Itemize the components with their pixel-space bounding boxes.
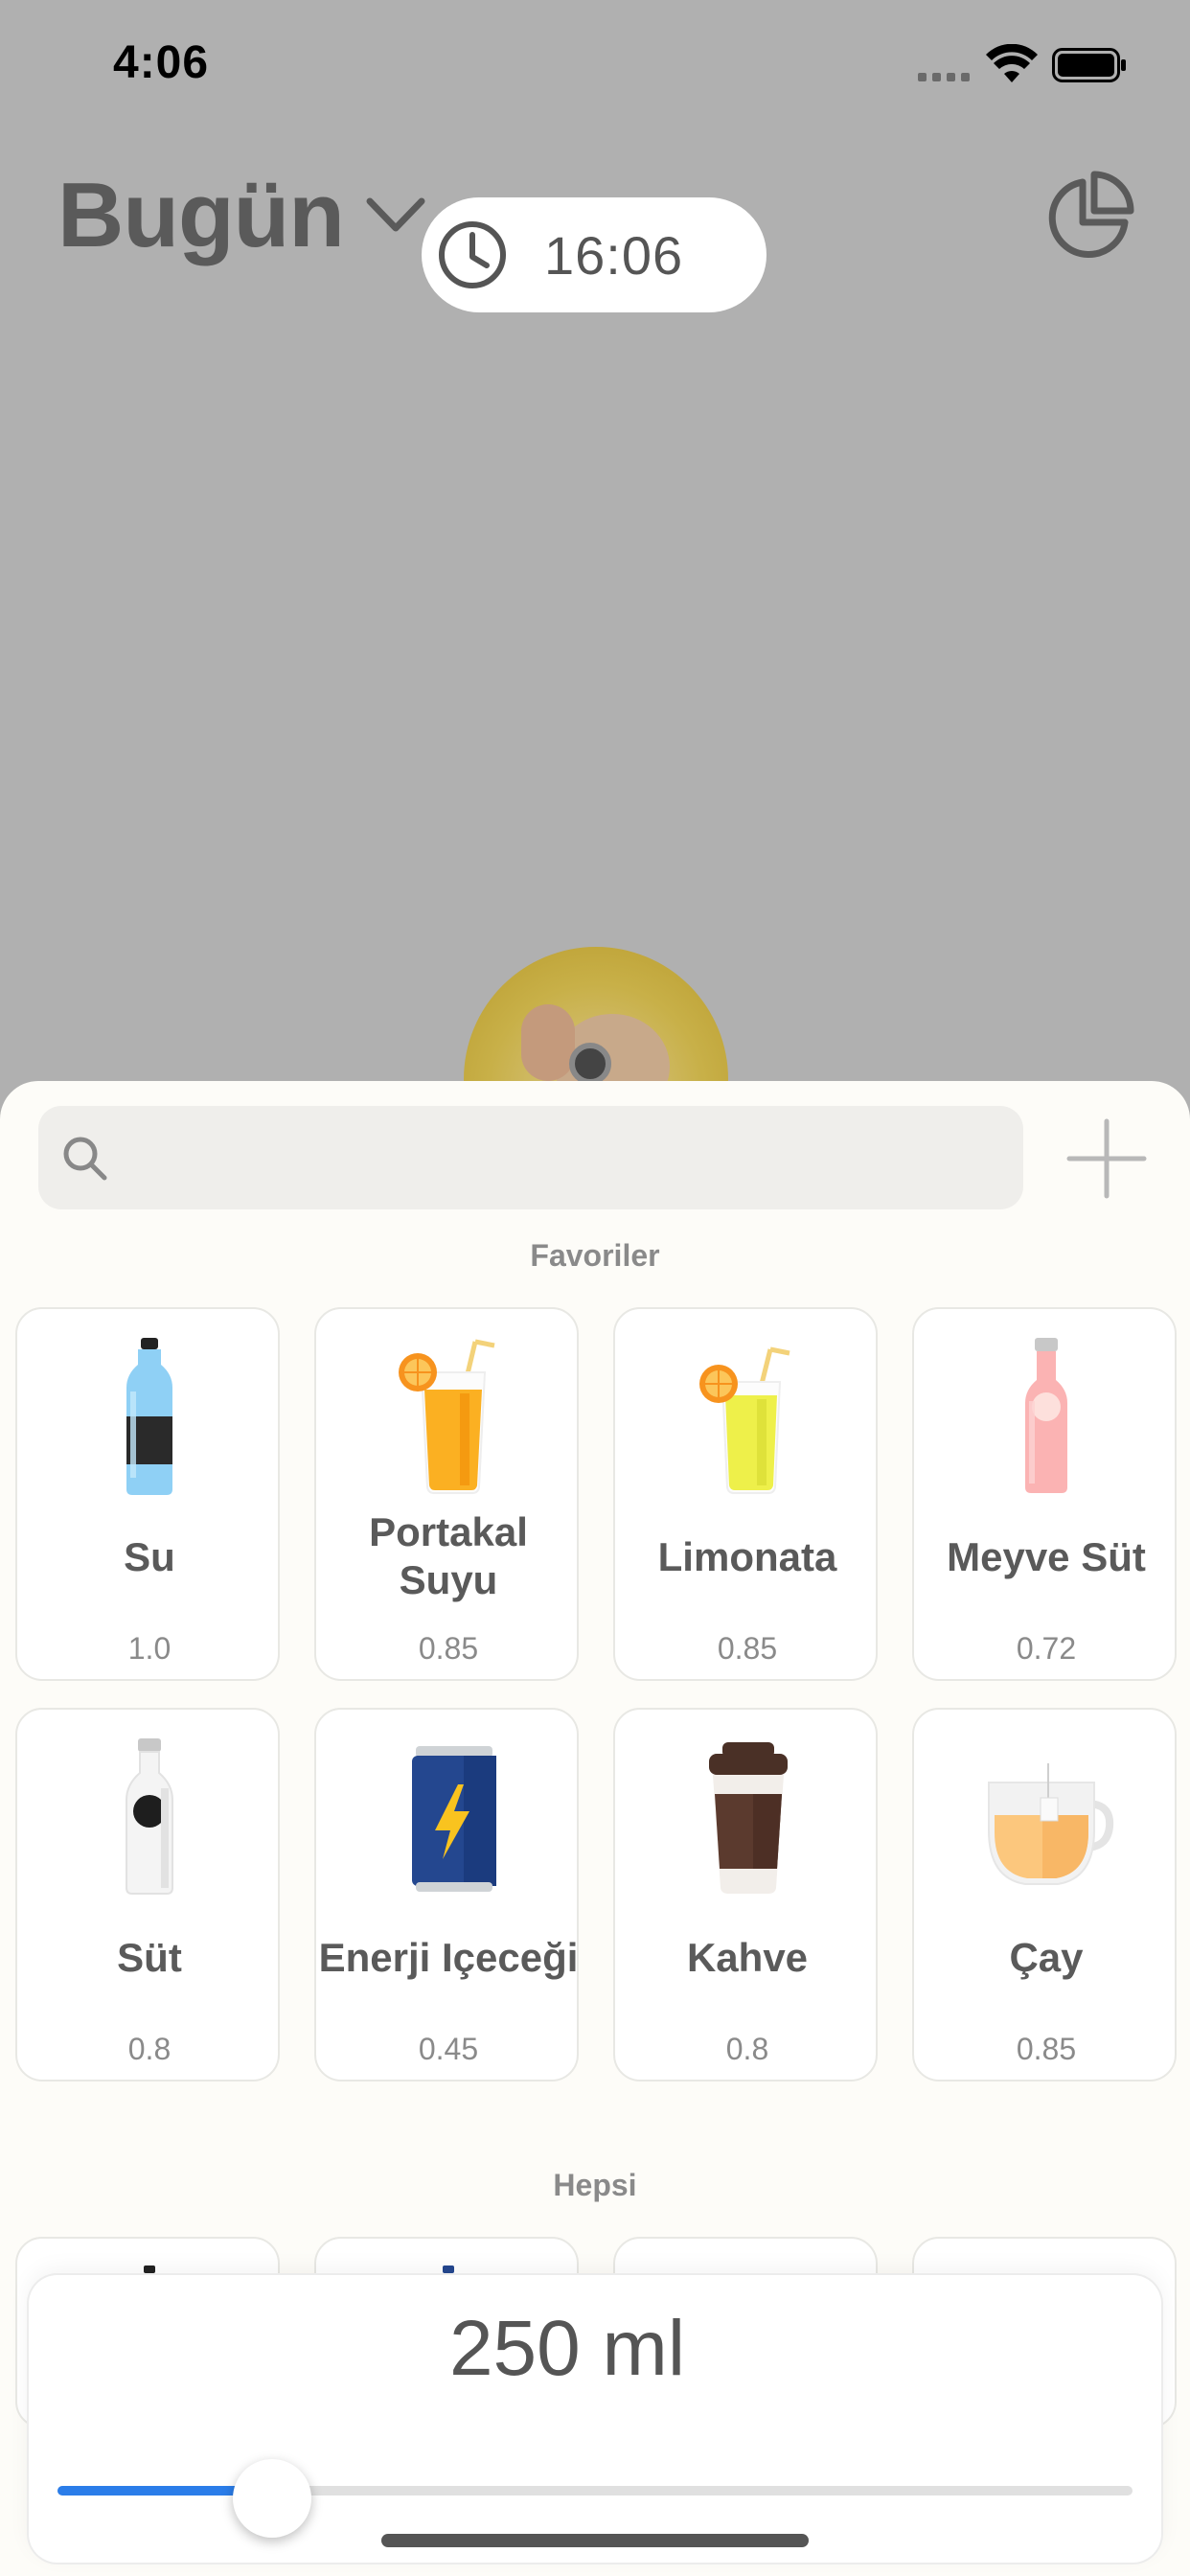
orange-juice-icon	[399, 1339, 495, 1494]
drink-hydration-factor: 0.8	[725, 2032, 769, 2066]
clock-icon	[439, 221, 506, 288]
milk-bottle-icon	[126, 1738, 173, 1895]
tea-cup-icon	[988, 1763, 1114, 1885]
search-bar[interactable]	[38, 1106, 1023, 1209]
drink-card-meyve-sut[interactable]: Meyve Süt 0.72	[912, 1307, 1177, 1681]
drink-hydration-factor: 0.72	[1016, 1631, 1077, 1666]
volume-amount: 250 ml	[448, 2305, 686, 2392]
volume-slider-thumb[interactable]	[233, 2459, 312, 2538]
drink-card-sut[interactable]: Süt 0.8	[15, 1708, 280, 2082]
favorites-grid: Su 1.0 Portakal Suyu 0.85 Limonata 0.85 …	[15, 1307, 1177, 2082]
pie-chart-icon[interactable]	[1042, 169, 1134, 261]
drink-name: Çay	[1009, 1935, 1084, 1980]
selected-time: 16:06	[544, 224, 684, 286]
coffee-cup-icon	[709, 1742, 788, 1894]
search-icon	[63, 1137, 107, 1181]
favorites-section-label: Favoriler	[530, 1238, 660, 1273]
search-input[interactable]	[125, 1106, 1006, 1209]
drink-card-portakal-suyu[interactable]: Portakal Suyu 0.85	[314, 1307, 579, 1681]
drink-name: Meyve Süt	[947, 1534, 1146, 1579]
drink-hydration-factor: 0.85	[1016, 2032, 1077, 2066]
status-time: 4:06	[113, 37, 210, 88]
drink-card-enerji-icecegi[interactable]: Enerji Içeceği 0.45	[314, 1708, 579, 2082]
drink-card-cay[interactable]: Çay 0.85	[912, 1708, 1177, 2082]
plus-icon[interactable]	[1065, 1117, 1148, 1200]
status-bar: 4:06	[0, 0, 1190, 125]
drink-hydration-factor: 0.85	[717, 1631, 778, 1666]
drink-name: Süt	[117, 1935, 182, 1980]
lemonade-icon	[699, 1346, 790, 1494]
cellular-signal-icon	[918, 73, 970, 81]
volume-panel: 250 ml	[29, 2275, 1161, 2563]
drink-hydration-factor: 0.85	[418, 1631, 479, 1666]
drink-name: Kahve	[686, 1935, 809, 1980]
time-picker-button[interactable]: 16:06	[422, 197, 767, 312]
drink-name: Su	[124, 1534, 175, 1579]
drink-name: Limonata	[657, 1534, 837, 1579]
drink-name: Portakal Suyu	[369, 1509, 528, 1602]
drink-card-su[interactable]: Su 1.0	[15, 1307, 280, 1681]
drink-card-kahve[interactable]: Kahve 0.8	[613, 1708, 878, 2082]
drink-hydration-factor: 0.8	[127, 2032, 172, 2066]
volume-slider-track[interactable]	[57, 2486, 1133, 2496]
wifi-icon	[986, 44, 1038, 82]
page-title[interactable]: Bugün	[57, 163, 345, 268]
water-bottle-icon	[126, 1338, 172, 1495]
battery-icon	[1052, 48, 1126, 82]
energy-drink-icon	[412, 1746, 496, 1892]
drink-hydration-factor: 1.0	[127, 1631, 172, 1666]
drink-hydration-factor: 0.45	[418, 2032, 479, 2066]
drink-name: Enerji Içeceği	[318, 1935, 579, 1980]
fruit-milk-icon	[1025, 1338, 1067, 1493]
drink-card-limonata[interactable]: Limonata 0.85	[613, 1307, 878, 1681]
chevron-down-icon[interactable]	[364, 192, 427, 238]
all-section-label: Hepsi	[553, 2168, 637, 2202]
home-indicator	[381, 2534, 809, 2547]
